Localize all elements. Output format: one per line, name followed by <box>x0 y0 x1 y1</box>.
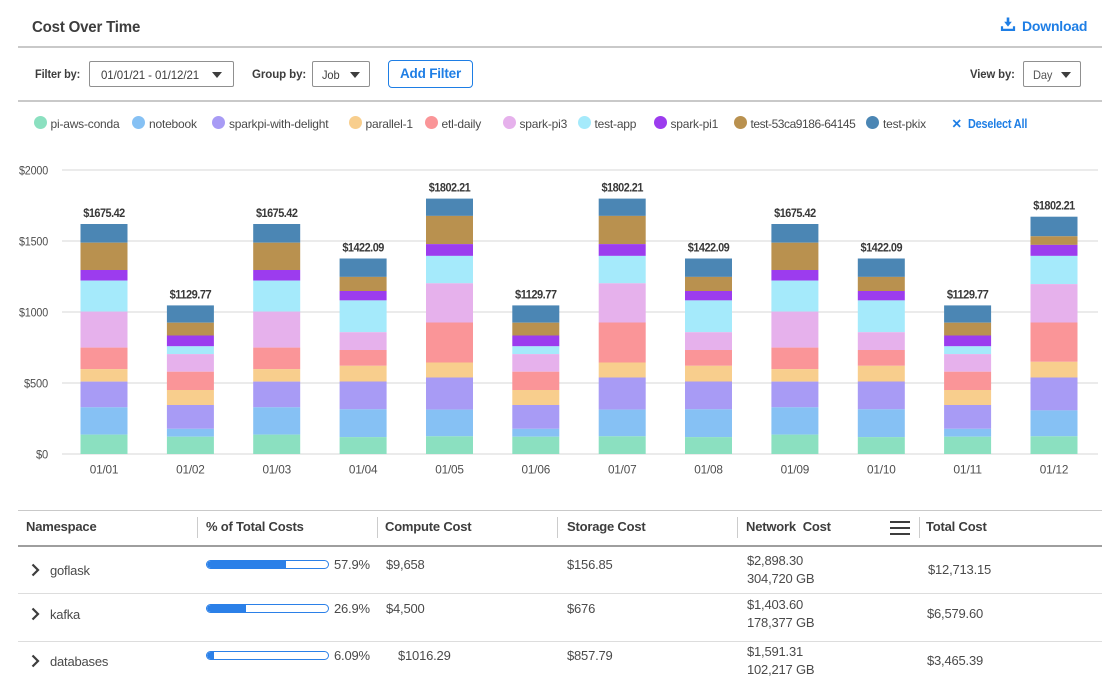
svg-text:$0: $0 <box>36 448 48 462</box>
svg-text:$1422.09: $1422.09 <box>688 241 730 255</box>
svg-text:$1422.09: $1422.09 <box>342 241 384 255</box>
svg-text:$1675.42: $1675.42 <box>256 206 298 220</box>
svg-text:01/02: 01/02 <box>176 463 205 477</box>
svg-text:$1422.09: $1422.09 <box>861 241 903 255</box>
svg-text:01/06: 01/06 <box>522 463 551 477</box>
svg-text:$1802.21: $1802.21 <box>1033 199 1075 213</box>
svg-text:$1000: $1000 <box>19 306 48 320</box>
svg-text:01/10: 01/10 <box>867 463 896 477</box>
svg-text:$1129.77: $1129.77 <box>170 287 212 301</box>
svg-text:01/03: 01/03 <box>262 463 291 477</box>
svg-text:$1675.42: $1675.42 <box>774 206 816 220</box>
svg-text:01/08: 01/08 <box>694 463 723 477</box>
svg-text:$1802.21: $1802.21 <box>601 181 643 195</box>
svg-text:01/12: 01/12 <box>1040 463 1069 477</box>
svg-text:$1802.21: $1802.21 <box>429 181 471 195</box>
svg-text:$1675.42: $1675.42 <box>83 206 125 220</box>
svg-text:01/05: 01/05 <box>435 463 464 477</box>
svg-text:01/11: 01/11 <box>953 463 982 477</box>
svg-text:$500: $500 <box>24 377 48 391</box>
svg-text:01/04: 01/04 <box>349 463 378 477</box>
svg-text:$1129.77: $1129.77 <box>515 287 557 301</box>
svg-text:01/01: 01/01 <box>90 463 119 477</box>
svg-text:$2000: $2000 <box>19 164 48 178</box>
svg-text:01/09: 01/09 <box>781 463 810 477</box>
svg-text:$1500: $1500 <box>19 235 48 249</box>
svg-text:01/07: 01/07 <box>608 463 637 477</box>
svg-text:$1129.77: $1129.77 <box>947 287 989 301</box>
